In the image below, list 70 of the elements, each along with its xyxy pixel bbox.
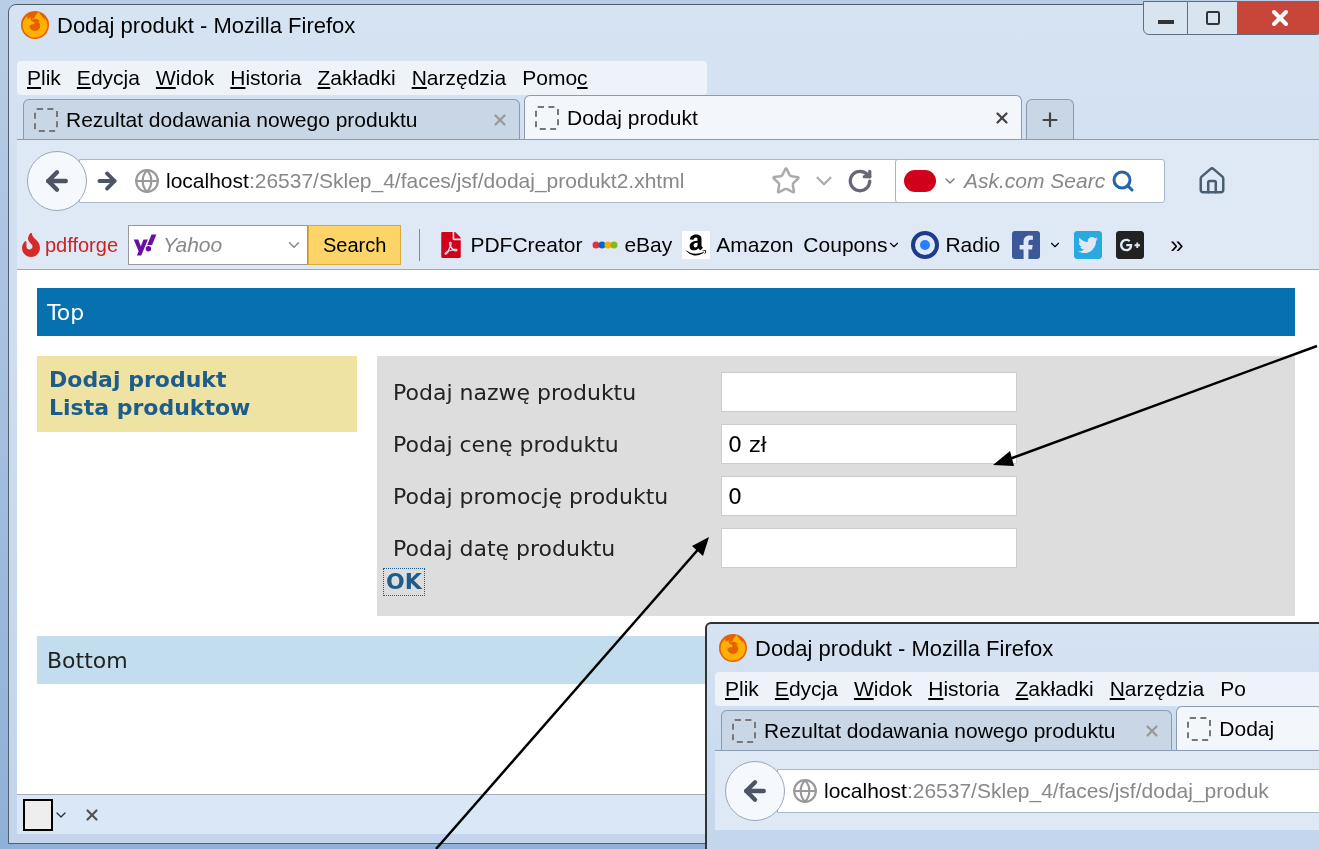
home-icon[interactable] xyxy=(1197,165,1227,196)
search-button[interactable]: Search xyxy=(308,225,402,266)
menu-item[interactable]: Narzędzia xyxy=(411,62,507,94)
yahoo-logo-icon xyxy=(133,233,158,258)
menu-item[interactable]: Plik xyxy=(27,62,61,94)
browser-tab[interactable]: Dodaj produkt xyxy=(524,95,1022,139)
search-placeholder: Yahoo xyxy=(163,232,224,259)
menu-item[interactable]: Pomoc xyxy=(522,62,588,94)
url-text: localhost:26537/Sklep_4/faces/jsf/dodaj_produkt2.xhtml xyxy=(166,167,685,195)
tab-label: Dodaj produkt xyxy=(567,104,699,131)
yahoo-search-field[interactable]: Yahoo xyxy=(128,225,309,266)
firefox-logo-icon xyxy=(21,11,49,39)
ok-button[interactable]: OK xyxy=(383,568,425,596)
search-field[interactable]: Ask.com Searc xyxy=(895,158,1165,203)
search-icon[interactable] xyxy=(1111,168,1136,193)
field-label: Podaj nazwę produktu xyxy=(393,378,638,407)
brand-label[interactable]: pdfforge xyxy=(45,230,119,261)
bookmark-link[interactable]: Coupons xyxy=(803,229,888,261)
menu-item[interactable]: Historia xyxy=(230,62,302,94)
input-field[interactable]: 0 zł xyxy=(721,424,1017,464)
new-tab-button[interactable]: + xyxy=(1026,99,1074,139)
browser-tab[interactable]: Dodaj xyxy=(1176,706,1319,750)
close-button[interactable] xyxy=(1238,1,1319,35)
firefox-logo-icon xyxy=(719,634,747,662)
sidebar-link[interactable]: Dodaj produkt xyxy=(49,366,227,394)
window-title: Dodaj produkt - Mozilla Firefox xyxy=(57,11,356,40)
bookmark-link[interactable]: Radio xyxy=(945,229,1001,261)
radio-icon xyxy=(911,231,940,260)
page-icon xyxy=(34,107,58,132)
window-title: Dodaj produkt - Mozilla Firefox xyxy=(755,634,1054,663)
menu-item[interactable]: Widok xyxy=(155,62,215,94)
maximize-icon xyxy=(1204,10,1221,26)
browser-tab[interactable]: Rezultat dodawania nowego produktu xyxy=(721,710,1173,750)
url-text: localhost:26537/Sklep_4/faces/jsf/dodaj_produk xyxy=(824,777,1269,805)
page-icon xyxy=(732,718,756,743)
minimize-icon xyxy=(1157,20,1174,24)
top-header: Top xyxy=(37,288,1295,336)
input-field[interactable]: 0 xyxy=(721,476,1017,516)
address-bar[interactable]: localhost:26537/Sklep_4/faces/jsf/dodaj_produk xyxy=(777,768,1319,813)
facebook-icon[interactable] xyxy=(1010,229,1043,262)
field-label: Podaj promocję produktu xyxy=(393,482,670,511)
google-plus-icon[interactable] xyxy=(1114,229,1147,262)
s-logo-icon[interactable] xyxy=(23,798,53,831)
menu-item[interactable]: Zakładki xyxy=(317,62,396,94)
ask-logo-icon xyxy=(904,169,936,192)
field-label: Podaj datę produktu xyxy=(393,534,617,563)
minimize-button[interactable] xyxy=(1143,1,1188,35)
menu-item[interactable]: Edycja xyxy=(76,62,140,94)
star-icon[interactable] xyxy=(771,165,801,196)
amazon-icon xyxy=(682,231,711,260)
browser-tab[interactable]: Rezultat dodawania nowego produktu xyxy=(23,99,520,139)
flame-icon xyxy=(19,233,43,258)
tab-label: Dodaj xyxy=(1219,715,1276,742)
page-icon xyxy=(535,105,559,130)
input-field[interactable] xyxy=(721,372,1017,412)
globe-icon xyxy=(792,777,818,804)
bookmark-link[interactable]: PDFCreator xyxy=(470,229,583,261)
page-icon xyxy=(1187,716,1212,741)
tab-label: Rezultat dodawania nowego produktu xyxy=(764,717,1117,744)
input-field[interactable] xyxy=(721,528,1017,568)
maximize-button[interactable] xyxy=(1188,1,1238,35)
tab-label: Rezultat dodawania nowego produktu xyxy=(66,106,419,133)
bookmark-link[interactable]: eBay xyxy=(624,229,673,261)
search-placeholder: Ask.com Searc xyxy=(964,167,1106,194)
bookmark-link[interactable]: Amazon xyxy=(716,229,794,261)
reload-icon[interactable] xyxy=(847,167,873,194)
sidebar-link[interactable]: Lista produktow xyxy=(49,394,251,422)
overflow-chevron[interactable]: » xyxy=(1170,227,1184,264)
globe-icon xyxy=(134,167,160,194)
field-label: Podaj cenę produktu xyxy=(393,430,620,459)
